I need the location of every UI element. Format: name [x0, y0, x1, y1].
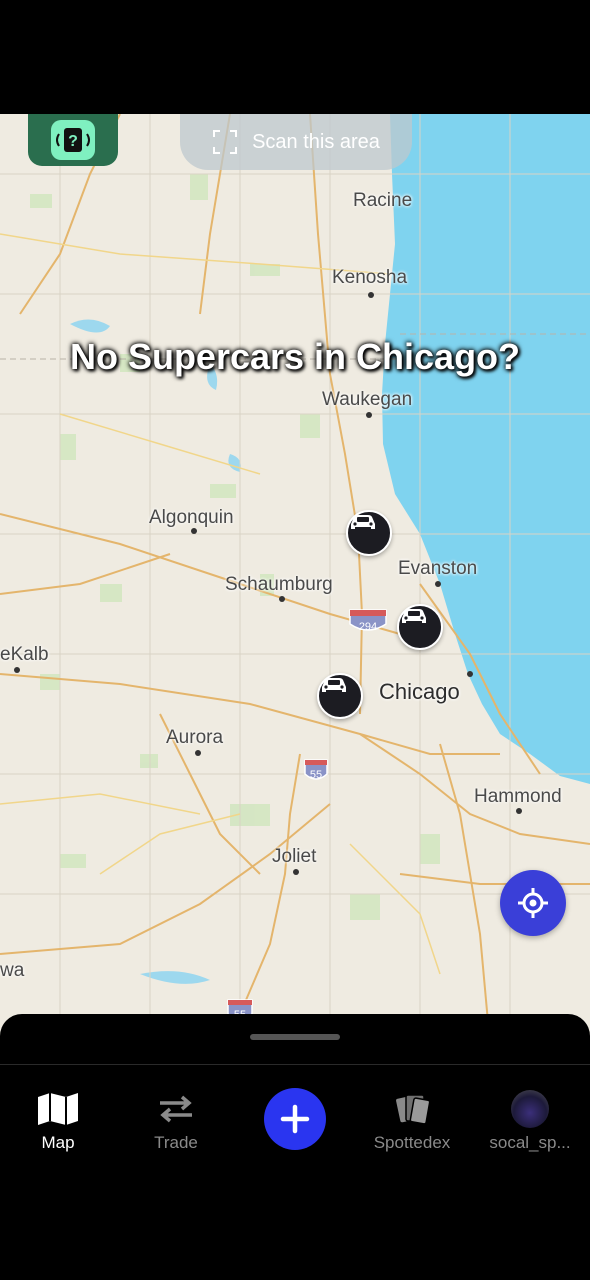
- city-dot: [191, 528, 197, 534]
- city-dot: [366, 412, 372, 418]
- interstate-294-shield: 294: [349, 609, 387, 633]
- sheet-drag-handle[interactable]: [250, 1034, 340, 1040]
- car-icon: [322, 678, 346, 692]
- question-speaker-icon: ?: [51, 120, 95, 160]
- city-label-ottawa: wa: [0, 960, 25, 981]
- cards-icon: [357, 1089, 467, 1129]
- car-icon: [351, 515, 375, 529]
- tab-trade-label: Trade: [154, 1133, 198, 1152]
- swap-arrows-icon: [121, 1089, 231, 1129]
- city-label-kenosha: Kenosha: [332, 267, 408, 288]
- add-spot-button[interactable]: [264, 1088, 326, 1150]
- scan-frame-icon: [213, 130, 238, 154]
- city-label-aurora: Aurora: [166, 727, 224, 748]
- city-label-racine: Racine: [353, 190, 413, 211]
- city-label-chicago: Chicago: [379, 679, 460, 704]
- city-dot: [195, 750, 201, 756]
- city-label-waukegan: Waukegan: [322, 389, 413, 410]
- video-caption-title: No Supercars in Chicago?: [69, 336, 521, 377]
- city-label-joliet: Joliet: [272, 846, 317, 867]
- tab-spottedex[interactable]: Spottedex: [357, 1089, 467, 1153]
- scan-area-button[interactable]: Scan this area: [180, 114, 412, 170]
- tab-map-label: Map: [41, 1133, 75, 1152]
- scan-area-label: Scan this area: [252, 130, 380, 153]
- interstate-55-shield: 55: [304, 759, 328, 781]
- tab-map[interactable]: Map: [3, 1089, 113, 1153]
- city-label-hammond: Hammond: [474, 786, 562, 807]
- city-dot: [14, 667, 20, 673]
- car-spot-pin[interactable]: [397, 604, 443, 650]
- tab-trade[interactable]: Trade: [121, 1089, 231, 1153]
- city-dot: [279, 596, 285, 602]
- avatar: [511, 1090, 549, 1128]
- crosshair-icon: [518, 888, 548, 918]
- plus-icon: [280, 1104, 310, 1134]
- city-dot: [293, 869, 299, 875]
- city-dot: [516, 808, 522, 814]
- shield-294-text: 294: [359, 621, 377, 633]
- locate-me-button[interactable]: [500, 870, 566, 936]
- car-spot-pin[interactable]: [317, 673, 363, 719]
- help-button[interactable]: ?: [28, 114, 118, 166]
- tab-profile[interactable]: socal_sp...: [475, 1089, 585, 1153]
- city-label-schaumburg: Schaumburg: [225, 574, 333, 595]
- city-dot: [467, 671, 473, 677]
- city-label-evanston: Evanston: [398, 558, 478, 579]
- tab-spottedex-label: Spottedex: [373, 1133, 451, 1152]
- bottom-sheet[interactable]: [0, 1014, 590, 1065]
- city-dot: [435, 581, 441, 587]
- city-dot: [368, 292, 374, 298]
- city-label-algonquin: Algonquin: [149, 507, 234, 528]
- car-spot-pin[interactable]: [346, 510, 392, 556]
- map-icon: [3, 1089, 113, 1129]
- city-label-dekalb: eKalb: [0, 644, 49, 665]
- car-icon: [402, 609, 426, 623]
- svg-text:55: 55: [310, 769, 322, 781]
- tab-profile-label: socal_sp...: [489, 1133, 571, 1152]
- svg-text:?: ?: [68, 133, 78, 150]
